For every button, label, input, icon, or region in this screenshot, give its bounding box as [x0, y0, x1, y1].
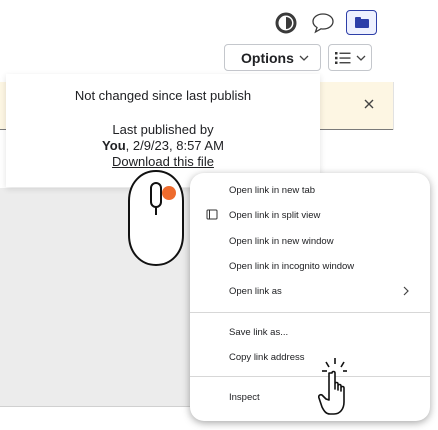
chevron-down-icon: [299, 55, 309, 61]
menu-item-save-link[interactable]: Save link as...: [229, 327, 288, 338]
chevron-right-icon: [403, 286, 409, 296]
options-label: Options: [241, 49, 294, 66]
folder-icon: [354, 17, 369, 28]
menu-item-open-split-view[interactable]: Open link in split view: [229, 210, 320, 221]
menu-separator: [190, 376, 430, 377]
hand-cursor-icon: [318, 358, 347, 415]
context-menu: Open link in new tab Open link in split …: [190, 173, 430, 421]
publisher-name: You: [102, 138, 126, 153]
menu-item-open-new-tab[interactable]: Open link in new tab: [229, 185, 315, 196]
options-dropdown[interactable]: Options: [224, 44, 321, 71]
publish-date: , 2/9/23, 8:57 AM: [125, 138, 224, 153]
last-published-label: Last published by: [112, 122, 214, 137]
publish-status-text: Not changed since last publish: [74, 88, 252, 103]
menu-item-open-new-window[interactable]: Open link in new window: [229, 236, 334, 247]
menu-item-copy-link[interactable]: Copy link address: [229, 352, 305, 363]
mouse-icon: [128, 169, 184, 267]
status-circle-icon[interactable]: [274, 11, 298, 35]
menu-separator: [190, 312, 430, 313]
publish-details: You, 2/9/23, 8:57 AM: [6, 138, 320, 153]
list-icon: [335, 52, 351, 64]
divider: [393, 82, 394, 130]
view-mode-dropdown[interactable]: [328, 44, 372, 71]
menu-item-open-incognito[interactable]: Open link in incognito window: [229, 261, 354, 272]
close-icon[interactable]: [362, 97, 376, 111]
chevron-down-icon: [356, 55, 366, 61]
menu-item-inspect[interactable]: Inspect: [229, 392, 260, 403]
panel-toggle-button[interactable]: [346, 10, 377, 35]
split-view-icon: [206, 209, 218, 220]
comment-icon[interactable]: [309, 10, 337, 36]
download-file-link[interactable]: Download this file: [6, 154, 320, 169]
menu-item-open-link-as[interactable]: Open link as: [229, 286, 282, 297]
divider: [320, 129, 393, 130]
